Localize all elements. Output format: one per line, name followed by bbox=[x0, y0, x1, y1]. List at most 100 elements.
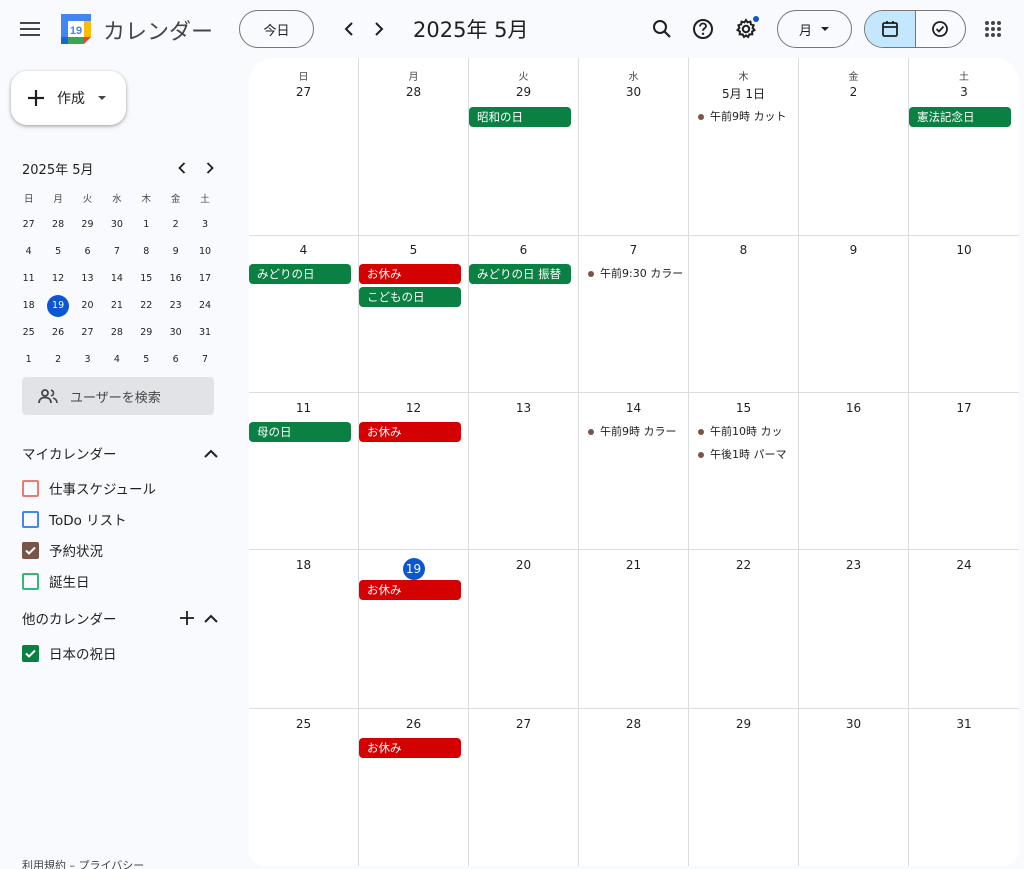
view-switcher-button[interactable]: 月 bbox=[777, 10, 852, 48]
calendar-list-item[interactable]: 仕事スケジュール bbox=[22, 475, 156, 501]
today-button[interactable]: 今日 bbox=[239, 10, 314, 48]
mini-day[interactable]: 27 bbox=[73, 319, 102, 346]
mini-day[interactable]: 15 bbox=[132, 265, 161, 292]
mini-day[interactable]: 16 bbox=[161, 265, 190, 292]
day-cell[interactable]: 7 午前9:30 カラー bbox=[579, 235, 689, 393]
mini-day[interactable]: 26 bbox=[43, 319, 72, 346]
day-cell[interactable]: 29 bbox=[689, 709, 799, 866]
calendar-logo[interactable]: 19 bbox=[60, 13, 92, 45]
mini-day[interactable]: 25 bbox=[14, 319, 43, 346]
day-number[interactable]: 30 bbox=[799, 717, 908, 731]
day-number[interactable]: 2 bbox=[799, 85, 908, 99]
timed-event[interactable]: 午前9:30 カラー bbox=[588, 264, 686, 284]
mini-day[interactable]: 5 bbox=[43, 238, 72, 265]
mini-day[interactable]: 23 bbox=[161, 292, 190, 319]
settings-button[interactable] bbox=[730, 13, 762, 45]
day-cell[interactable]: 30 bbox=[799, 709, 909, 866]
day-number[interactable]: 28 bbox=[579, 717, 688, 731]
day-cell[interactable]: 17 bbox=[909, 393, 1019, 550]
mini-day[interactable]: 6 bbox=[161, 346, 190, 373]
day-cell[interactable]: 20 bbox=[469, 550, 579, 709]
day-cell[interactable]: 土 3 憲法記念日 bbox=[909, 58, 1019, 236]
mini-day[interactable]: 31 bbox=[190, 319, 219, 346]
mini-day[interactable]: 4 bbox=[14, 238, 43, 265]
mini-day[interactable]: 13 bbox=[73, 265, 102, 292]
calendar-list-item[interactable]: 誕生日 bbox=[22, 568, 90, 594]
chevron-up-icon[interactable] bbox=[204, 614, 218, 623]
previous-period-button[interactable] bbox=[334, 14, 364, 44]
mini-day[interactable]: 24 bbox=[190, 292, 219, 319]
mini-day[interactable]: 2 bbox=[161, 211, 190, 238]
mini-day[interactable]: 30 bbox=[102, 211, 131, 238]
mini-day[interactable]: 6 bbox=[73, 238, 102, 265]
chevron-up-icon[interactable] bbox=[204, 449, 218, 458]
day-cell[interactable]: 金2 bbox=[799, 58, 909, 236]
day-number[interactable]: 13 bbox=[469, 401, 578, 415]
mini-day[interactable]: 27 bbox=[14, 211, 43, 238]
day-cell[interactable]: 26 お休み bbox=[359, 709, 469, 866]
day-cell[interactable]: 11 母の日 bbox=[249, 393, 359, 550]
my-calendars-header[interactable]: マイカレンダー bbox=[22, 439, 218, 467]
calendar-checkbox[interactable] bbox=[22, 510, 39, 528]
day-cell[interactable]: 9 bbox=[799, 235, 909, 393]
day-cell[interactable]: 火 29 昭和の日 bbox=[469, 58, 579, 236]
day-number[interactable]: 4 bbox=[249, 243, 358, 257]
day-number[interactable]: 10 bbox=[909, 243, 1019, 257]
all-day-event[interactable]: お休み bbox=[359, 738, 461, 758]
day-number[interactable]: 5月 1日 bbox=[689, 85, 798, 102]
day-number[interactable]: 29 bbox=[469, 85, 578, 99]
day-number[interactable]: 14 bbox=[579, 401, 688, 415]
mini-day[interactable]: 3 bbox=[73, 346, 102, 373]
day-cell[interactable]: 水 30 bbox=[579, 58, 689, 236]
day-number[interactable]: 28 bbox=[359, 85, 468, 99]
calendar-view-toggle[interactable] bbox=[865, 11, 915, 47]
calendar-checkbox[interactable] bbox=[22, 541, 39, 559]
day-number[interactable]: 21 bbox=[579, 558, 688, 572]
mini-day[interactable]: 5 bbox=[132, 346, 161, 373]
calendar-checkbox[interactable] bbox=[22, 644, 39, 662]
day-cell[interactable]: 日 27 bbox=[249, 58, 359, 236]
day-number[interactable]: 26 bbox=[359, 717, 468, 731]
mini-prev-month-button[interactable] bbox=[170, 156, 194, 180]
create-button[interactable]: 作成 bbox=[11, 71, 126, 125]
day-number[interactable]: 15 bbox=[689, 401, 798, 415]
day-number[interactable]: 25 bbox=[249, 717, 358, 731]
all-day-event[interactable]: 母の日 bbox=[249, 422, 351, 442]
add-other-calendar-icon[interactable] bbox=[180, 611, 194, 625]
mini-day[interactable]: 29 bbox=[132, 319, 161, 346]
mini-day[interactable]: 9 bbox=[161, 238, 190, 265]
day-cell[interactable]: 21 bbox=[579, 550, 689, 709]
mini-day[interactable]: 22 bbox=[132, 292, 161, 319]
mini-next-month-button[interactable] bbox=[198, 156, 222, 180]
day-cell[interactable]: 23 bbox=[799, 550, 909, 709]
calendar-list-item[interactable]: 予約状況 bbox=[22, 537, 103, 563]
day-cell[interactable]: 18 bbox=[249, 550, 359, 709]
all-day-event[interactable]: こどもの日 bbox=[359, 287, 461, 307]
mini-day[interactable]: 14 bbox=[102, 265, 131, 292]
day-number[interactable]: 19 bbox=[359, 558, 468, 580]
mini-day[interactable]: 12 bbox=[43, 265, 72, 292]
mini-day[interactable]: 29 bbox=[73, 211, 102, 238]
mini-day[interactable]: 30 bbox=[161, 319, 190, 346]
day-cell[interactable]: 27 bbox=[469, 709, 579, 866]
day-cell[interactable]: 10 bbox=[909, 235, 1019, 393]
mini-day[interactable]: 3 bbox=[190, 211, 219, 238]
day-number[interactable]: 20 bbox=[469, 558, 578, 572]
day-number[interactable]: 5 bbox=[359, 243, 468, 257]
day-number[interactable]: 27 bbox=[249, 85, 358, 99]
day-number[interactable]: 27 bbox=[469, 717, 578, 731]
all-day-event[interactable]: お休み bbox=[359, 580, 461, 600]
day-number[interactable]: 24 bbox=[909, 558, 1019, 572]
day-cell[interactable]: 13 bbox=[469, 393, 579, 550]
mini-day[interactable]: 17 bbox=[190, 265, 219, 292]
mini-day[interactable]: 11 bbox=[14, 265, 43, 292]
main-menu-button[interactable] bbox=[10, 9, 50, 49]
mini-day[interactable]: 18 bbox=[14, 292, 43, 319]
day-cell[interactable]: 12 お休み bbox=[359, 393, 469, 550]
search-button[interactable] bbox=[646, 13, 678, 45]
day-number[interactable]: 22 bbox=[689, 558, 798, 572]
calendar-checkbox[interactable] bbox=[22, 572, 39, 590]
terms-privacy-footer[interactable]: 利用規約 – プライバシー bbox=[22, 857, 144, 869]
day-number[interactable]: 8 bbox=[689, 243, 798, 257]
day-cell[interactable]: 31 bbox=[909, 709, 1019, 866]
